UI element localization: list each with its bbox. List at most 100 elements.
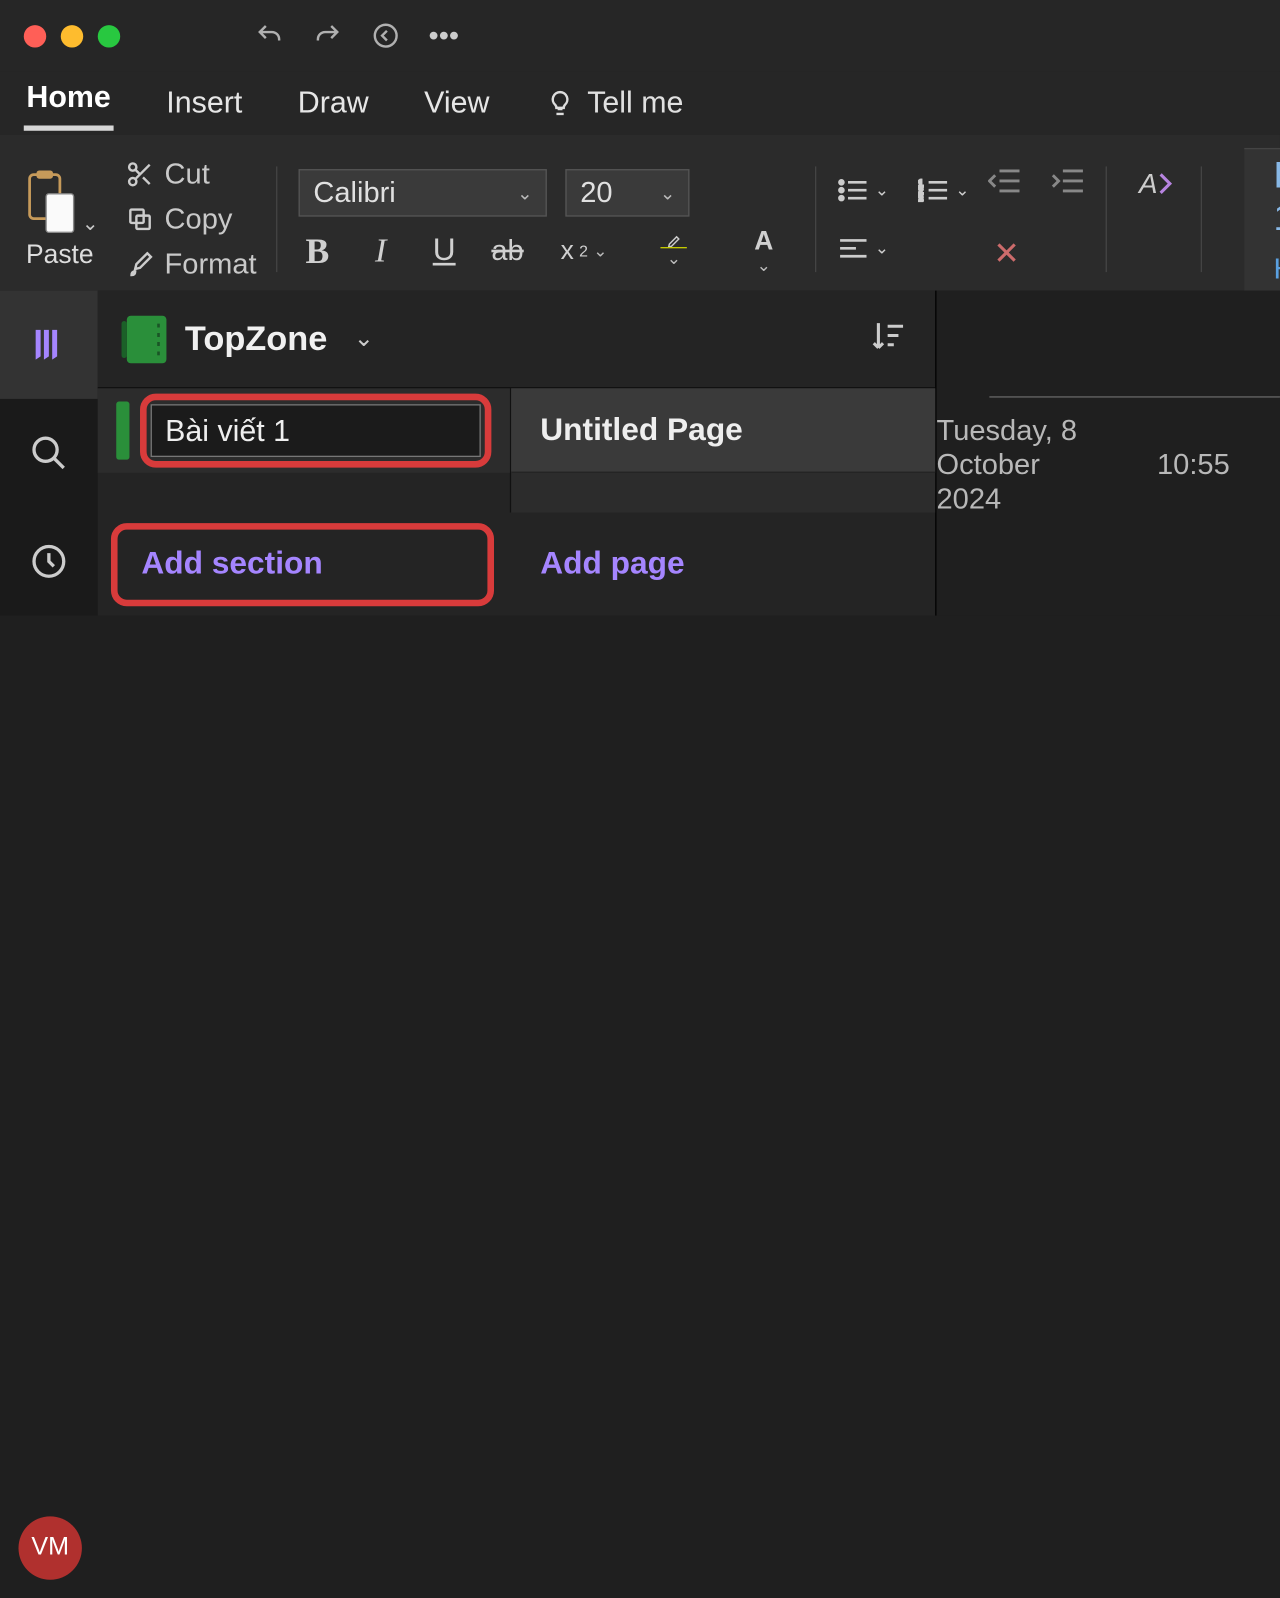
page-time: 10:55 [1157, 448, 1230, 482]
add-section-button[interactable]: Add section [141, 546, 463, 583]
rail-recent[interactable] [0, 507, 98, 615]
ribbon-spacer [1202, 148, 1244, 291]
font-name-combo[interactable]: Calibri ⌄ [299, 169, 547, 217]
window-controls [24, 24, 120, 46]
font-size-value: 20 [580, 176, 612, 210]
format-label: Format [165, 247, 257, 281]
bold-button[interactable]: B [299, 232, 336, 269]
user-avatar[interactable]: VM [18, 1516, 81, 1579]
chevron-down-icon: ⌄ [955, 180, 969, 201]
nav-rail [0, 291, 98, 616]
font-name-value: Calibri [313, 176, 395, 210]
minimize-window-button[interactable] [61, 24, 83, 46]
ribbon-clear-group: A [1107, 148, 1202, 291]
page-meta: Tuesday, 8 October 2024 10:55 [937, 398, 1280, 517]
more-icon[interactable]: ••• [423, 15, 465, 57]
page-item[interactable]: Untitled Page [511, 388, 935, 473]
paste-button[interactable]: ⌄ Paste [21, 168, 98, 270]
sort-icon [869, 317, 906, 354]
align-button[interactable]: ⌄ [838, 236, 889, 260]
svg-text:3: 3 [918, 194, 923, 202]
style-heading2[interactable]: Heading 2 [1273, 252, 1280, 286]
notebook-icon [127, 315, 167, 363]
paintbrush-icon [125, 250, 154, 279]
ribbon: ⌄ Paste Cut Copy Format [0, 135, 1280, 291]
menu-draw[interactable]: Draw [295, 77, 371, 131]
clear-formatting-button[interactable]: A [1136, 165, 1173, 202]
increase-indent-button[interactable] [1052, 166, 1086, 202]
numbered-list-icon: 123 [918, 178, 950, 202]
cut-button[interactable]: Cut [125, 157, 257, 191]
bullet-list-button[interactable]: ⌄ [838, 178, 889, 202]
strikethrough-button[interactable]: ab [489, 232, 526, 269]
search-icon [29, 433, 69, 473]
lightbulb-icon [545, 88, 574, 117]
copy-button[interactable]: Copy [125, 202, 257, 236]
highlight-color-bar [661, 247, 687, 248]
notebook-header[interactable]: TopZone ⌄ [98, 291, 935, 389]
outdent-icon [988, 166, 1022, 195]
chevron-down-icon: ⌄ [660, 182, 675, 204]
chevron-down-icon: ⌄ [517, 182, 532, 204]
delete-button[interactable]: ✕ [988, 236, 1025, 273]
indent-icon [1052, 166, 1086, 195]
sections-empty-area [98, 473, 510, 513]
menu-bar: Home Insert Draw View Tell me [0, 71, 1280, 134]
redo-button[interactable] [306, 15, 348, 57]
page-canvas[interactable]: Tuesday, 8 October 2024 10:55 [937, 291, 1280, 616]
menu-tellme[interactable]: Tell me [542, 77, 686, 131]
paste-label: Paste [26, 240, 94, 270]
menu-home[interactable]: Home [24, 71, 114, 130]
style-heading1[interactable]: Heading 1 [1273, 154, 1280, 239]
menu-insert[interactable]: Insert [164, 77, 245, 131]
numbered-list-button[interactable]: 123 ⌄ [918, 178, 969, 202]
align-left-icon [838, 236, 870, 260]
underline-button[interactable]: U [426, 232, 463, 269]
menu-view[interactable]: View [422, 77, 493, 131]
highlight-annotation [140, 394, 491, 468]
notebook-name: TopZone [185, 318, 327, 359]
clear-format-icon: A [1136, 165, 1173, 202]
highlight-button[interactable] [642, 232, 705, 269]
styles-gallery[interactable]: Heading 1 Heading 2 [1244, 148, 1280, 291]
clipboard-icon [21, 168, 76, 234]
chevron-down-icon: ⌄ [82, 211, 99, 235]
pages-list: Untitled Page [511, 388, 935, 512]
pages-empty-area [511, 473, 935, 513]
rail-notebooks[interactable] [0, 291, 98, 399]
subscript-button[interactable]: x2 [552, 232, 615, 269]
add-row: Add section Add page [98, 513, 935, 616]
section-page-lists: Untitled Page [98, 388, 935, 512]
navigation-pane: TopZone ⌄ [98, 291, 937, 616]
chevron-down-icon: ⌄ [354, 325, 374, 353]
sort-button[interactable] [869, 317, 906, 361]
page-date: Tuesday, 8 October 2024 [937, 413, 1099, 516]
highlight-annotation: Add section [111, 522, 494, 605]
undo-button[interactable] [248, 15, 290, 57]
back-button[interactable] [365, 15, 407, 57]
copy-icon [125, 205, 154, 234]
section-item[interactable] [98, 388, 510, 473]
titlebar: ••• [0, 0, 1280, 71]
ribbon-paragraph-group: ⌄ 123 ⌄ ⌄ [817, 148, 1107, 291]
svg-text:A: A [1137, 168, 1158, 199]
bullet-list-icon [838, 178, 870, 202]
format-painter-button[interactable]: Format [125, 247, 257, 281]
notebooks-icon [29, 325, 69, 365]
ribbon-clipboard-group: ⌄ Paste Cut Copy Format [21, 148, 278, 291]
decrease-indent-button[interactable] [988, 166, 1022, 202]
font-color-button[interactable]: A [732, 232, 795, 269]
section-name-input[interactable] [151, 404, 481, 457]
close-window-button[interactable] [24, 24, 46, 46]
menu-tellme-label: Tell me [587, 85, 683, 121]
copy-label: Copy [165, 202, 233, 236]
ribbon-font-group: Calibri ⌄ 20 ⌄ B I U ab x2 [278, 148, 817, 291]
add-page-button[interactable]: Add page [511, 513, 935, 616]
app-window: ••• Home Insert Draw View Tell me [0, 0, 1280, 1598]
italic-button[interactable]: I [362, 232, 399, 269]
rail-search[interactable] [0, 399, 98, 507]
sections-list [98, 388, 511, 512]
font-size-combo[interactable]: 20 ⌄ [566, 169, 690, 217]
maximize-window-button[interactable] [98, 24, 120, 46]
chevron-down-icon: ⌄ [875, 238, 889, 259]
